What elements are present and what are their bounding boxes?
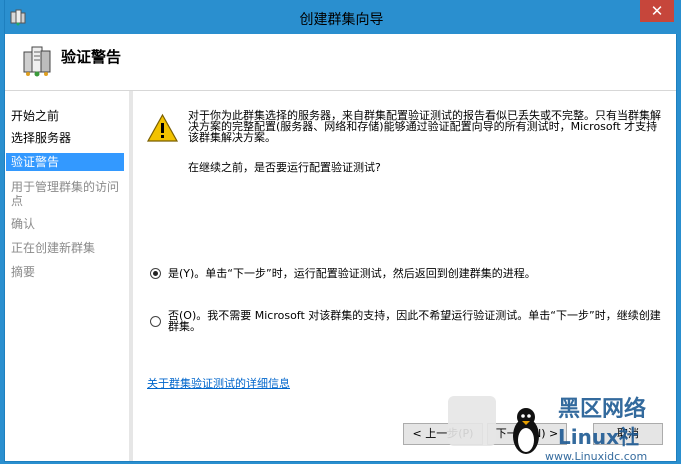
window-title: 创建群集向导 [299, 12, 384, 28]
warning-icon [146, 113, 179, 142]
validation-info-link[interactable]: 关于群集验证测试的详细信息 [147, 375, 290, 391]
page-title: 验证警告 [61, 48, 122, 66]
wizard-steps: 开始之前 选择服务器 验证警告 用于管理群集的访问点 确认 正在创建新群集 摘要 [5, 91, 129, 461]
back-button[interactable]: < 上一步(P) [403, 423, 483, 445]
title-bar[interactable]: 创建群集向导 ✕ [5, 0, 678, 34]
step-confirmation: 确认 [11, 217, 36, 231]
step-summary: 摘要 [11, 265, 36, 279]
next-button[interactable]: 下一步(N) > [487, 423, 567, 445]
cancel-button[interactable]: 取消 [593, 423, 663, 445]
step-before-you-begin[interactable]: 开始之前 [11, 109, 127, 123]
cluster-wizard-icon [23, 46, 51, 77]
step-select-servers[interactable]: 选择服务器 [11, 131, 127, 145]
step-access-point: 用于管理群集的访问点 [11, 180, 120, 208]
wizard-window: 创建群集向导 ✕ 验证警告 开始之前 选择服务器 验证警告 用于管理群集的访问点… [4, 0, 678, 462]
wizard-header: 验证警告 [5, 34, 676, 91]
option-no-label[interactable]: 否(O)。我不需要 Microsoft 对该群集的支持，因此不希望运行验证测试。… [168, 310, 668, 332]
run-validation-prompt: 在继续之前，是否要运行配置验证测试? [188, 161, 381, 174]
radio-no[interactable] [150, 316, 161, 327]
radio-yes[interactable] [150, 268, 161, 279]
option-yes-label[interactable]: 是(Y)。单击“下一步”时，运行配置验证测试，然后返回到创建群集的进程。 [168, 268, 668, 279]
step-creating-cluster: 正在创建新群集 [11, 241, 96, 255]
warning-message: 对于你为此群集选择的服务器，来自群集配置验证测试的报告看似已丢失或不完整。只有当… [188, 109, 661, 144]
close-button[interactable]: ✕ [640, 0, 674, 22]
step-validation-warning[interactable]: 验证警告 [6, 153, 124, 171]
wizard-content: 对于你为此群集选择的服务器，来自群集配置验证测试的报告看似已丢失或不完整。只有当… [133, 91, 676, 461]
